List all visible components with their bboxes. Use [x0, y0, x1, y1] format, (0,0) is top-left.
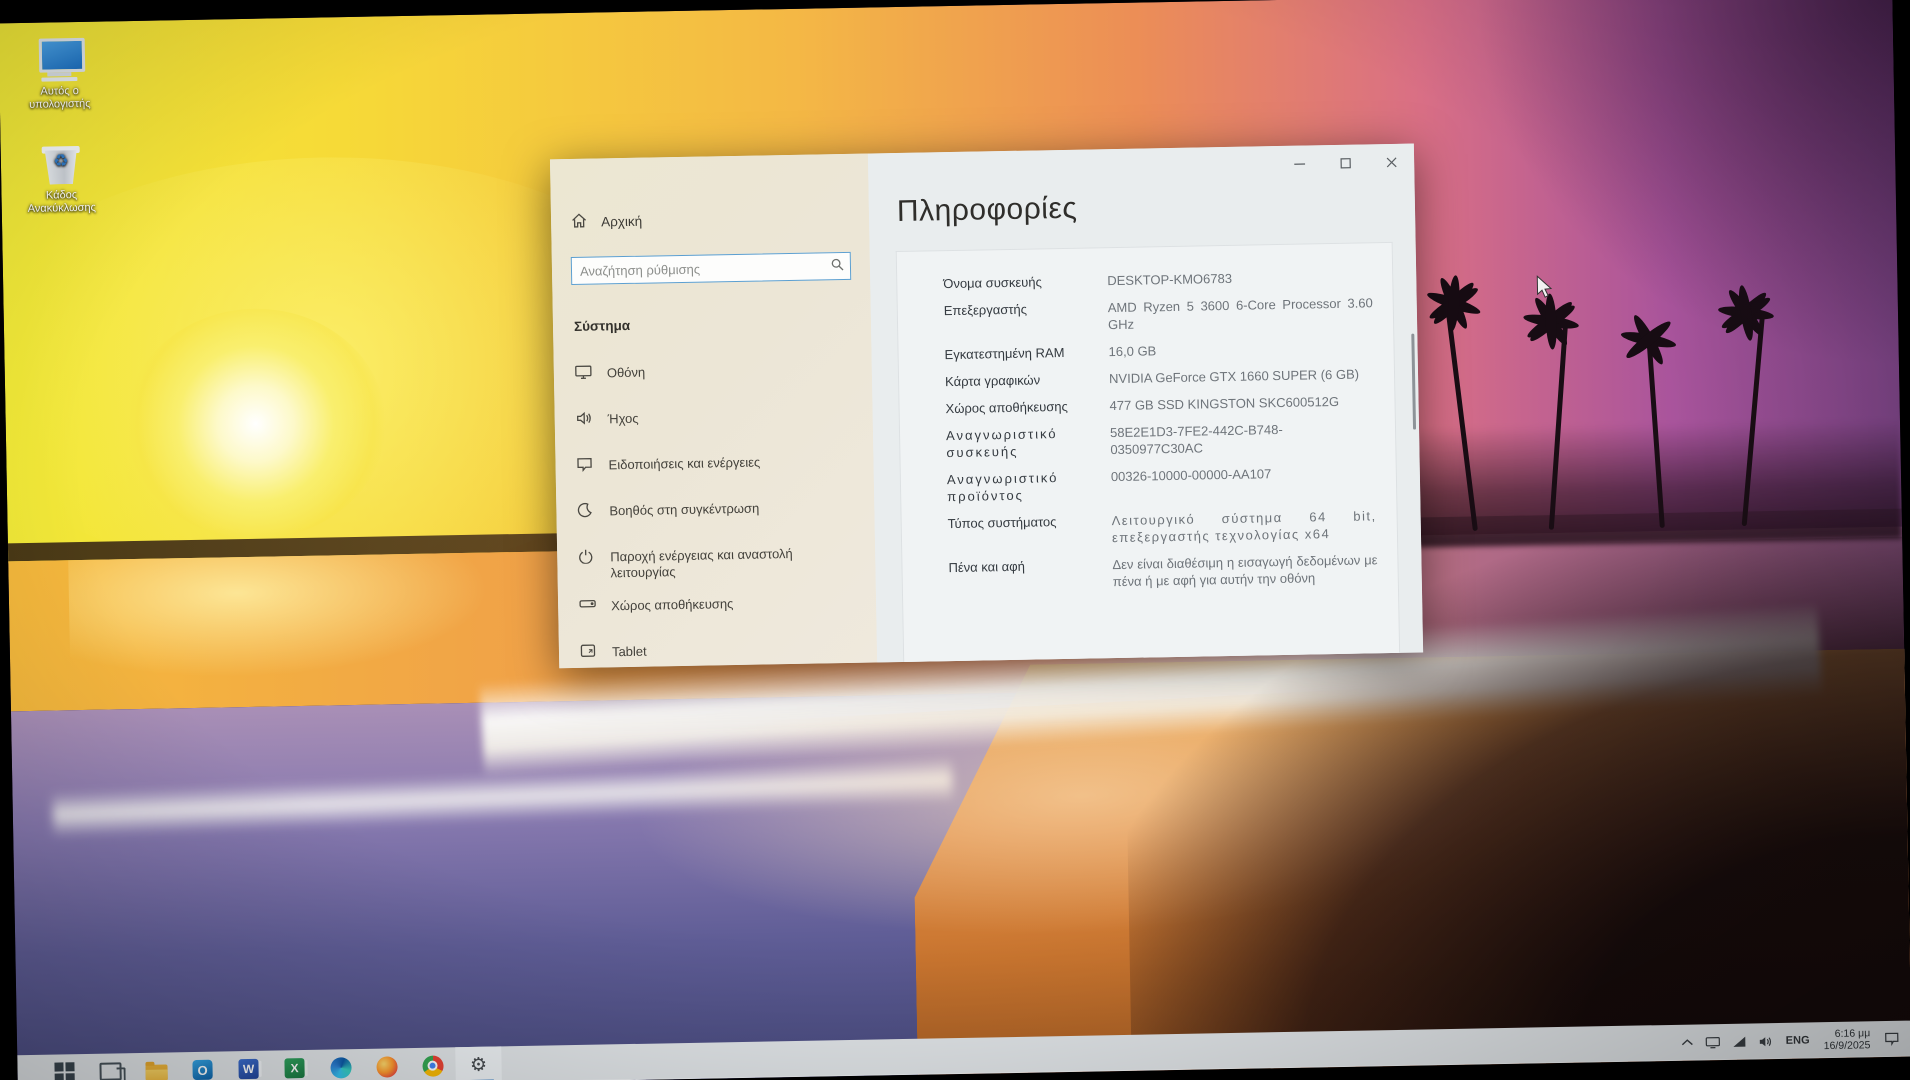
chevron-up-icon	[1682, 1039, 1694, 1047]
volume-icon	[1759, 1035, 1774, 1048]
settings-window: Ρυθμίσεις	[550, 144, 1423, 669]
spec-row-pen-touch: Πένα και αφή Δεν είναι διαθέσιμη η εισαγ…	[948, 551, 1378, 593]
spec-row-system-type: Τύπος συστήματος Λειτουργικό σύστημα 64 …	[948, 507, 1378, 549]
focus-assist-icon	[577, 503, 594, 522]
recycle-bin-icon: ♻	[35, 140, 88, 187]
task-view-button[interactable]	[87, 1053, 134, 1080]
system-tray: ENG 6:16 μμ 16/9/2025	[1677, 1021, 1903, 1061]
firefox-icon	[376, 1056, 397, 1077]
sidebar-nav: Οθόνη Ήχος Ειδοποιήσεις και ενέργειες	[554, 351, 878, 668]
outlook-icon: O	[192, 1060, 212, 1080]
spec-row-ram: Εγκατεστημένη RAM 16,0 GB	[944, 338, 1373, 363]
maximize-button[interactable]	[1322, 144, 1369, 181]
action-center-button[interactable]	[1880, 1021, 1904, 1057]
file-explorer-button[interactable]	[133, 1052, 180, 1080]
edge-icon	[330, 1057, 351, 1078]
language-indicator[interactable]: ENG	[1781, 1022, 1813, 1059]
excel-button[interactable]: X	[271, 1050, 318, 1080]
sidebar-item-home[interactable]: Αρχική	[571, 212, 642, 232]
word-button[interactable]: W	[225, 1051, 272, 1080]
display-icon	[575, 365, 592, 384]
monitor-screen: Αυτός ο υπολογιστής ♻ Κάδος Ανακύκλωσης …	[0, 0, 1910, 1080]
tray-date: 16/9/2025	[1824, 1039, 1871, 1052]
tray-time: 6:16 μμ	[1823, 1027, 1870, 1040]
page-title: Πληροφορίες	[897, 192, 1078, 229]
settings-main-pane: Πληροφορίες Όνομα συσκευής DESKTOP-KMO67…	[868, 144, 1423, 663]
sidebar-item-display[interactable]: Οθόνη	[554, 351, 873, 403]
home-icon	[571, 213, 587, 232]
notifications-icon	[576, 457, 593, 476]
outlook-button[interactable]: O	[179, 1051, 226, 1080]
tray-network-button[interactable]	[1728, 1024, 1751, 1060]
firefox-button[interactable]	[363, 1048, 410, 1080]
sidebar-item-tablet[interactable]: Tablet	[559, 630, 878, 668]
close-button[interactable]	[1368, 144, 1415, 181]
start-icon	[54, 1062, 74, 1080]
desktop-icon-recycle-bin[interactable]: ♻ Κάδος Ανακύκλωσης	[13, 139, 110, 216]
file-explorer-icon	[145, 1064, 167, 1080]
settings-taskbar-button[interactable]: ⚙	[455, 1046, 502, 1080]
tablet-icon	[580, 644, 597, 662]
network-icon	[1733, 1036, 1747, 1048]
sidebar-item-focus-assist[interactable]: Βοηθός στη συγκέντρωση	[556, 489, 875, 541]
monitor-tray-icon	[1706, 1036, 1721, 1049]
sound-icon	[576, 411, 593, 430]
chrome-icon	[422, 1055, 443, 1076]
tray-volume-button[interactable]	[1754, 1023, 1778, 1059]
spec-row-processor: Επεξεργαστής AMD Ryzen 5 3600 6-Core Pro…	[944, 294, 1374, 336]
spec-row-product-id: Αναγνωριστικό προϊόντος 00326-10000-0000…	[947, 463, 1377, 505]
storage-icon	[579, 598, 596, 614]
settings-sidebar: Αρχική Σύστημα Οθόνη	[550, 154, 877, 669]
task-view-icon	[99, 1062, 121, 1080]
power-icon	[578, 549, 595, 568]
spec-row-device-name: Όνομα συσκευής DESKTOP-KMO6783	[943, 267, 1372, 292]
sidebar-item-power-sleep[interactable]: Παροχή ενέργειας και αναστολή λειτουργία…	[557, 535, 876, 590]
sidebar-item-notifications[interactable]: Ειδοποιήσεις και ενέργειες	[555, 443, 874, 495]
desktop-icon-label: Κάδος Ανακύκλωσης	[13, 188, 109, 216]
this-pc-icon	[33, 36, 86, 83]
search-icon[interactable]	[824, 258, 850, 274]
settings-search-box	[571, 252, 851, 285]
word-icon: W	[238, 1059, 258, 1079]
photo-frame: Αυτός ο υπολογιστής ♻ Κάδος Ανακύκλωσης …	[0, 0, 1910, 1080]
minimize-button[interactable]	[1276, 145, 1323, 182]
excel-icon: X	[284, 1058, 304, 1078]
action-center-icon	[1884, 1032, 1899, 1046]
device-specs-card: Όνομα συσκευής DESKTOP-KMO6783 Επεξεργασ…	[896, 242, 1401, 668]
spec-row-device-id: Αναγνωριστικό συσκευής 58E2E1D3-7FE2-442…	[946, 419, 1376, 461]
chrome-button[interactable]	[409, 1047, 456, 1080]
start-button[interactable]	[41, 1054, 88, 1080]
sidebar-item-storage[interactable]: Χώρος αποθήκευσης	[558, 584, 877, 636]
tray-monitor-button[interactable]	[1701, 1024, 1725, 1060]
sidebar-item-sound[interactable]: Ήχος	[554, 397, 873, 449]
spec-row-storage: Χώρος αποθήκευσης 477 GB SSD KINGSTON SK…	[945, 392, 1374, 417]
settings-gear-icon: ⚙	[470, 1055, 487, 1074]
desktop-icon-label: Αυτός ο υπολογιστής	[12, 84, 108, 112]
tray-chevron-button[interactable]	[1677, 1024, 1698, 1060]
sidebar-section-label: Σύστημα	[574, 318, 630, 334]
desktop-icon-this-pc[interactable]: Αυτός ο υπολογιστής	[11, 35, 108, 112]
clock[interactable]: 6:16 μμ 16/9/2025	[1817, 1027, 1876, 1052]
sidebar-home-label: Αρχική	[601, 214, 642, 230]
edge-button[interactable]	[317, 1049, 364, 1080]
search-input[interactable]	[572, 259, 824, 279]
spec-row-graphics: Κάρτα γραφικών NVIDIA GeForce GTX 1660 S…	[945, 365, 1374, 390]
